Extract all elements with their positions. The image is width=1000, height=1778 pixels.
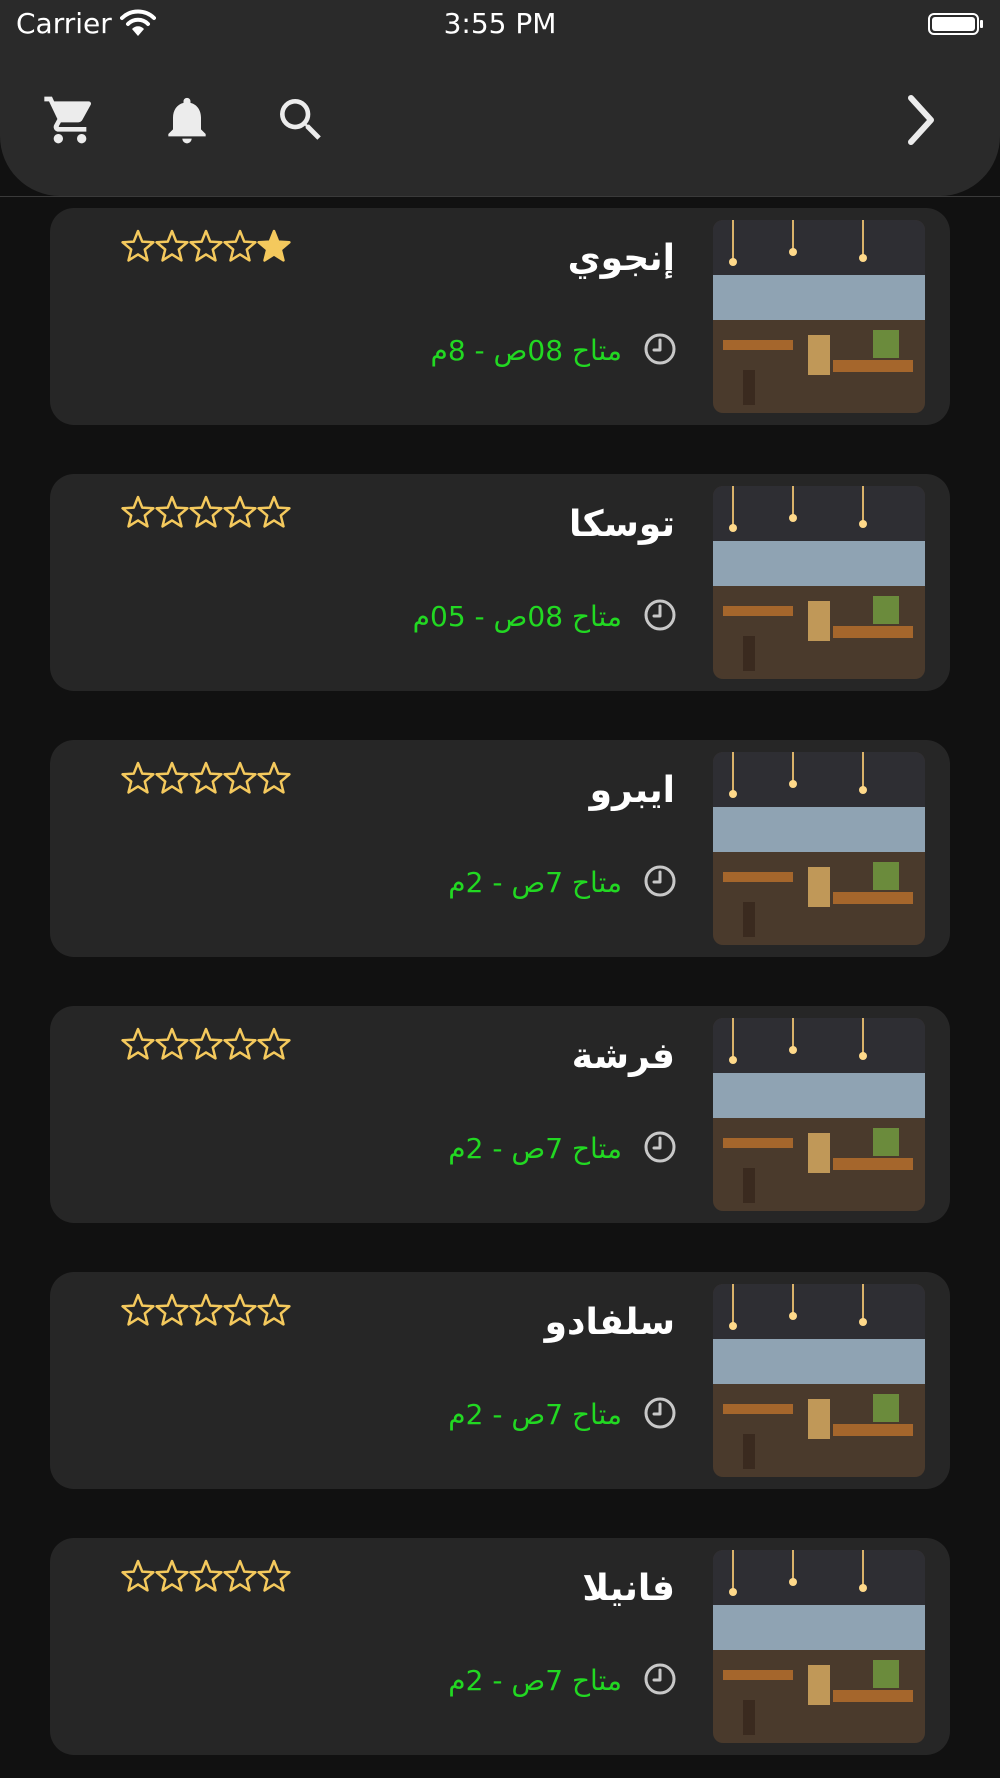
restaurant-photo	[713, 486, 925, 679]
clock-icon	[644, 1131, 676, 1163]
star-rating[interactable]	[121, 1026, 291, 1066]
cart-icon[interactable]	[42, 92, 98, 148]
restaurant-name: سلفادو	[544, 1302, 675, 1343]
search-icon[interactable]	[273, 92, 329, 148]
opening-hours: متاح 7ص - 2م	[448, 1664, 622, 1697]
star-outline-icon[interactable]	[121, 1292, 155, 1328]
star-rating[interactable]	[121, 760, 291, 800]
restaurant-name: فرشة	[571, 1036, 675, 1077]
star-outline-icon[interactable]	[121, 1558, 155, 1594]
bell-icon[interactable]	[159, 92, 215, 148]
restaurant-photo	[713, 1550, 925, 1743]
star-outline-icon[interactable]	[257, 1292, 291, 1328]
star-outline-icon[interactable]	[189, 760, 223, 796]
restaurant-card-2[interactable]: توسكا متاح 08ص - 05م	[50, 474, 950, 691]
star-filled-icon[interactable]	[257, 228, 291, 264]
status-bar: Carrier 3:55 PM	[0, 0, 1000, 50]
opening-hours: متاح 08ص - 05م	[412, 600, 622, 633]
restaurant-card-5[interactable]: سلفادو متاح 7ص - 2م	[50, 1272, 950, 1489]
restaurant-name: ايبرو	[589, 770, 675, 811]
star-rating[interactable]	[121, 1558, 291, 1598]
status-time: 3:55 PM	[443, 7, 557, 40]
star-rating[interactable]	[121, 1292, 291, 1332]
restaurant-list[interactable]: إنجوي متاح 08ص - 8م توسكا متاح 08ص - 05م…	[0, 196, 1000, 1778]
star-outline-icon[interactable]	[223, 1558, 257, 1594]
star-outline-icon[interactable]	[223, 760, 257, 796]
star-rating[interactable]	[121, 228, 291, 268]
restaurant-name: فانيلا	[582, 1568, 675, 1609]
restaurant-card-6[interactable]: فانيلا متاح 7ص - 2م	[50, 1538, 950, 1755]
star-outline-icon[interactable]	[223, 228, 257, 264]
star-outline-icon[interactable]	[223, 1292, 257, 1328]
restaurant-name: توسكا	[569, 504, 675, 545]
star-outline-icon[interactable]	[257, 494, 291, 530]
star-outline-icon[interactable]	[257, 1026, 291, 1062]
star-outline-icon[interactable]	[155, 1026, 189, 1062]
restaurant-photo	[713, 1018, 925, 1211]
opening-hours: متاح 08ص - 8م	[430, 334, 622, 367]
restaurant-card-1[interactable]: إنجوي متاح 08ص - 8م	[50, 208, 950, 425]
restaurant-photo	[713, 752, 925, 945]
clock-icon	[644, 333, 676, 365]
clock-icon	[644, 865, 676, 897]
app-header: Carrier 3:55 PM	[0, 0, 1000, 196]
star-outline-icon[interactable]	[189, 228, 223, 264]
star-outline-icon[interactable]	[121, 1026, 155, 1062]
star-outline-icon[interactable]	[155, 1558, 189, 1594]
clock-icon	[644, 1397, 676, 1429]
star-outline-icon[interactable]	[223, 494, 257, 530]
star-outline-icon[interactable]	[189, 1026, 223, 1062]
star-outline-icon[interactable]	[189, 1558, 223, 1594]
star-outline-icon[interactable]	[257, 760, 291, 796]
battery-icon	[928, 13, 983, 35]
restaurant-photo	[713, 1284, 925, 1477]
star-outline-icon[interactable]	[155, 494, 189, 530]
star-outline-icon[interactable]	[155, 760, 189, 796]
opening-hours: متاح 7ص - 2م	[448, 1398, 622, 1431]
chevron-right-icon[interactable]	[893, 92, 949, 148]
star-outline-icon[interactable]	[121, 494, 155, 530]
clock-icon	[644, 599, 676, 631]
star-outline-icon[interactable]	[155, 1292, 189, 1328]
restaurant-photo	[713, 220, 925, 413]
restaurant-name: إنجوي	[567, 238, 675, 279]
restaurant-card-4[interactable]: فرشة متاح 7ص - 2م	[50, 1006, 950, 1223]
restaurant-card-3[interactable]: ايبرو متاح 7ص - 2م	[50, 740, 950, 957]
star-outline-icon[interactable]	[189, 494, 223, 530]
star-outline-icon[interactable]	[121, 760, 155, 796]
star-outline-icon[interactable]	[155, 228, 189, 264]
star-outline-icon[interactable]	[121, 228, 155, 264]
star-outline-icon[interactable]	[257, 1558, 291, 1594]
star-rating[interactable]	[121, 494, 291, 534]
opening-hours: متاح 7ص - 2م	[448, 866, 622, 899]
star-outline-icon[interactable]	[189, 1292, 223, 1328]
star-outline-icon[interactable]	[223, 1026, 257, 1062]
clock-icon	[644, 1663, 676, 1695]
opening-hours: متاح 7ص - 2م	[448, 1132, 622, 1165]
